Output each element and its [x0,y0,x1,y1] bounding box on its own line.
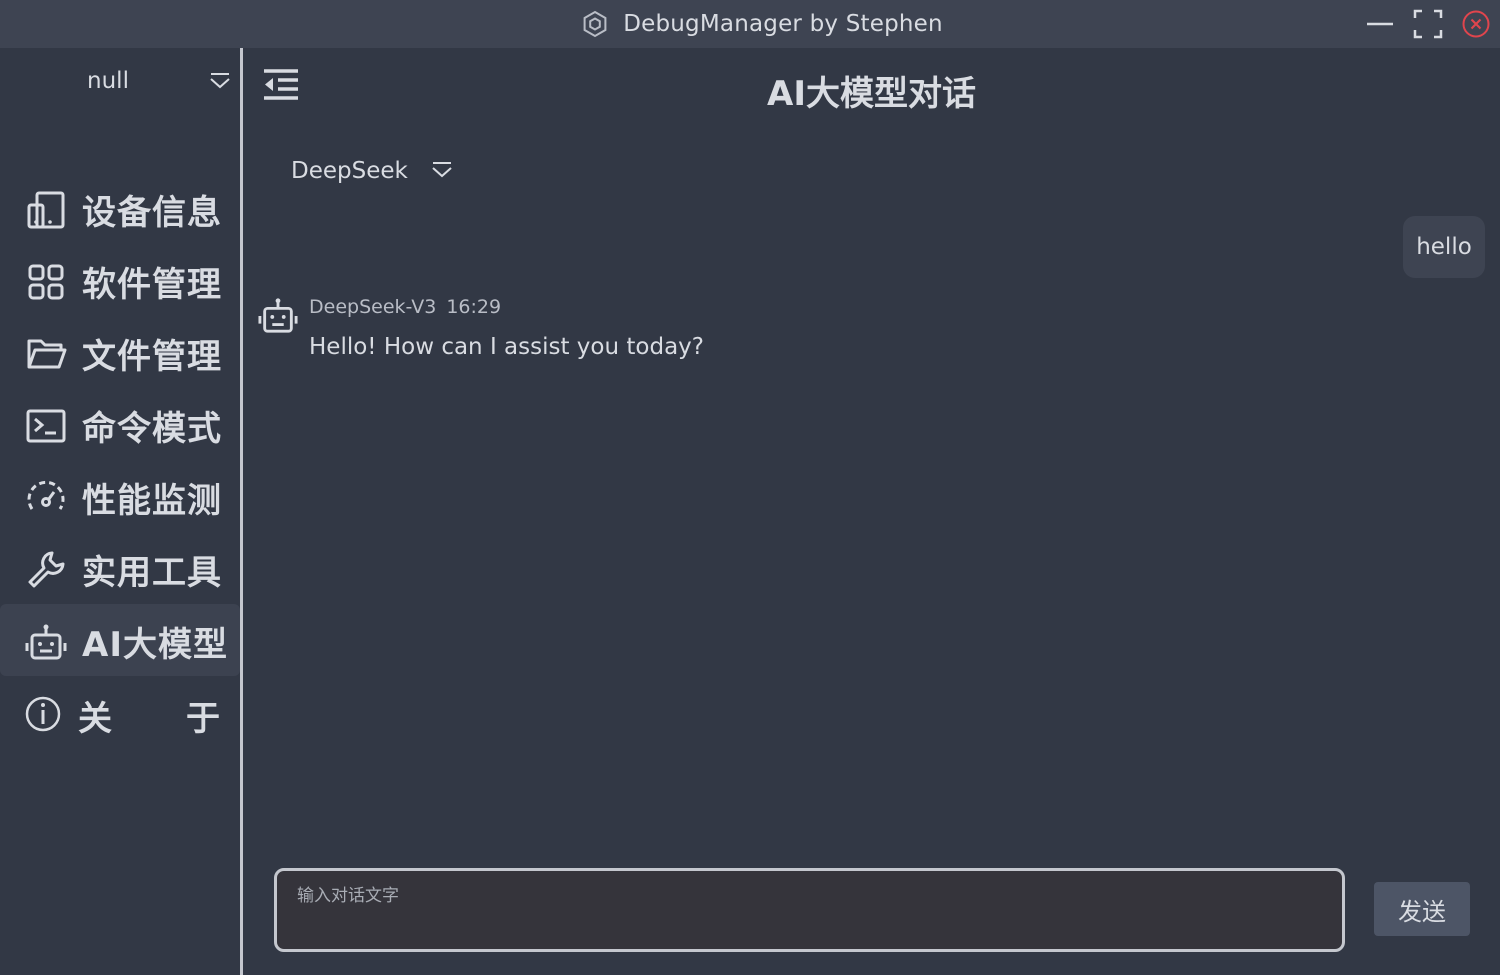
model-select[interactable]: DeepSeek [291,154,454,188]
sidebar-item-software[interactable]: 软件管理 [0,244,240,316]
sidebar-item-performance[interactable]: 性能监测 [0,460,240,532]
apps-grid-icon [28,264,64,300]
assistant-message-text: Hello! How can I assist you today? [309,334,704,360]
sidebar: null 设备信息 软件管理 文件管理 命令模式 性能监测 实用工具 AI大模型… [0,48,240,975]
sidebar-item-label: 文件管理 [82,337,222,377]
speedometer-icon [27,480,65,510]
assistant-message-time: 16:29 [446,296,502,318]
window-title: DebugManager by Stephen [623,11,943,37]
robot-avatar-icon [258,298,298,333]
sidebar-item-command[interactable]: 命令模式 [0,388,240,460]
sidebar-item-about[interactable]: 关 于 [0,678,240,750]
chat-input-box[interactable] [274,868,1345,952]
device-select[interactable]: null [0,62,240,102]
terminal-icon [26,409,66,443]
sidebar-item-label: 软件管理 [82,265,222,305]
sidebar-item-device-info[interactable]: 设备信息 [0,172,240,244]
title-wrap: DebugManager by Stephen [581,10,943,38]
sidebar-item-label: AI大模型 [82,625,228,665]
maximize-icon [1413,9,1443,39]
robot-icon [25,624,67,660]
about-char-1: 关 [78,699,112,739]
about-char-2: 于 [186,699,220,739]
close-icon [1462,10,1490,38]
device-select-value: null [87,68,129,94]
chat-panel: AI大模型对话 DeepSeek hello DeepSeek-V3 16:29… [243,48,1500,975]
info-icon [25,696,61,732]
sidebar-item-label: 设备信息 [82,193,222,233]
close-button[interactable] [1460,8,1492,40]
sidebar-item-ai-model[interactable]: AI大模型 [0,604,240,676]
maximize-button[interactable] [1412,8,1444,40]
minimize-icon [1367,22,1393,26]
sidebar-item-label: 实用工具 [82,553,222,593]
app-logo-icon [583,10,607,38]
sidebar-item-label: 关 于 [78,691,220,740]
chat-input[interactable] [277,871,1342,949]
assistant-model-name: DeepSeek-V3 [309,296,437,318]
user-message-bubble: hello [1403,216,1485,278]
assistant-message-meta: DeepSeek-V3 16:29 [309,296,501,318]
sidebar-item-tools[interactable]: 实用工具 [0,532,240,604]
model-select-value: DeepSeek [291,158,408,184]
device-icon [27,191,65,229]
sidebar-item-label: 命令模式 [82,409,222,449]
title-bar: DebugManager by Stephen [0,0,1500,48]
dropdown-icon [210,73,230,89]
sidebar-item-label: 性能监测 [82,481,222,521]
dropdown-icon [432,162,452,178]
wrench-icon [28,551,65,588]
page-title: AI大模型对话 [767,74,976,114]
minimize-button[interactable] [1364,8,1396,40]
sidebar-item-files[interactable]: 文件管理 [0,316,240,388]
send-button[interactable]: 发送 [1374,882,1470,936]
folder-icon [27,339,67,369]
